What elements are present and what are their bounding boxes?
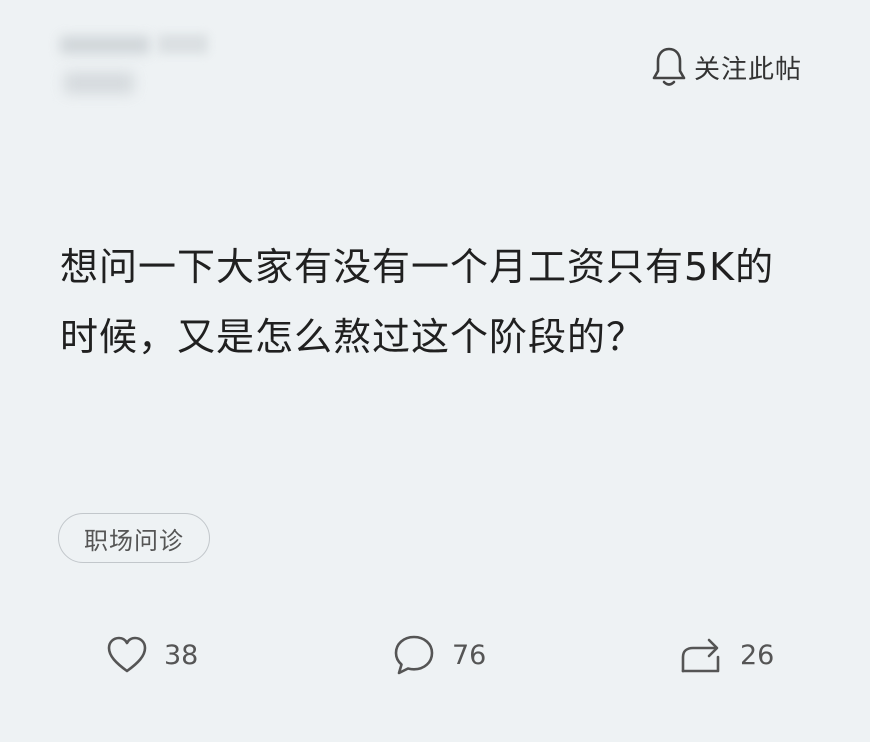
post-line-1: 想问一下大家有没有一个月工资只有5K的 [60, 245, 775, 289]
comment-count: 76 [452, 639, 487, 671]
author-badge-blurred [158, 34, 208, 54]
topic-tag[interactable]: 职场问诊 [58, 513, 210, 563]
share-arrow-icon [678, 633, 724, 677]
author-meta-blurred [64, 72, 134, 94]
heart-icon [106, 635, 148, 675]
like-count: 38 [164, 639, 199, 671]
topic-tag-label: 职场问诊 [84, 526, 184, 555]
post-line-2: 时候，又是怎么熬过这个阶段的？ [60, 315, 646, 359]
follow-post-button[interactable]: 关注此帖 [650, 44, 802, 90]
author-info-blurred[interactable] [58, 28, 218, 100]
share-button[interactable]: 26 [678, 630, 774, 680]
comment-bubble-icon [392, 633, 436, 677]
comment-button[interactable]: 76 [392, 630, 486, 680]
post-content: 想问一下大家有没有一个月工资只有5K的 时候，又是怎么熬过这个阶段的？ [60, 232, 820, 372]
bell-icon [650, 45, 688, 89]
follow-post-label: 关注此帖 [694, 54, 803, 85]
like-button[interactable]: 38 [106, 630, 198, 680]
share-count: 26 [740, 639, 775, 671]
author-name-blurred [60, 36, 150, 54]
